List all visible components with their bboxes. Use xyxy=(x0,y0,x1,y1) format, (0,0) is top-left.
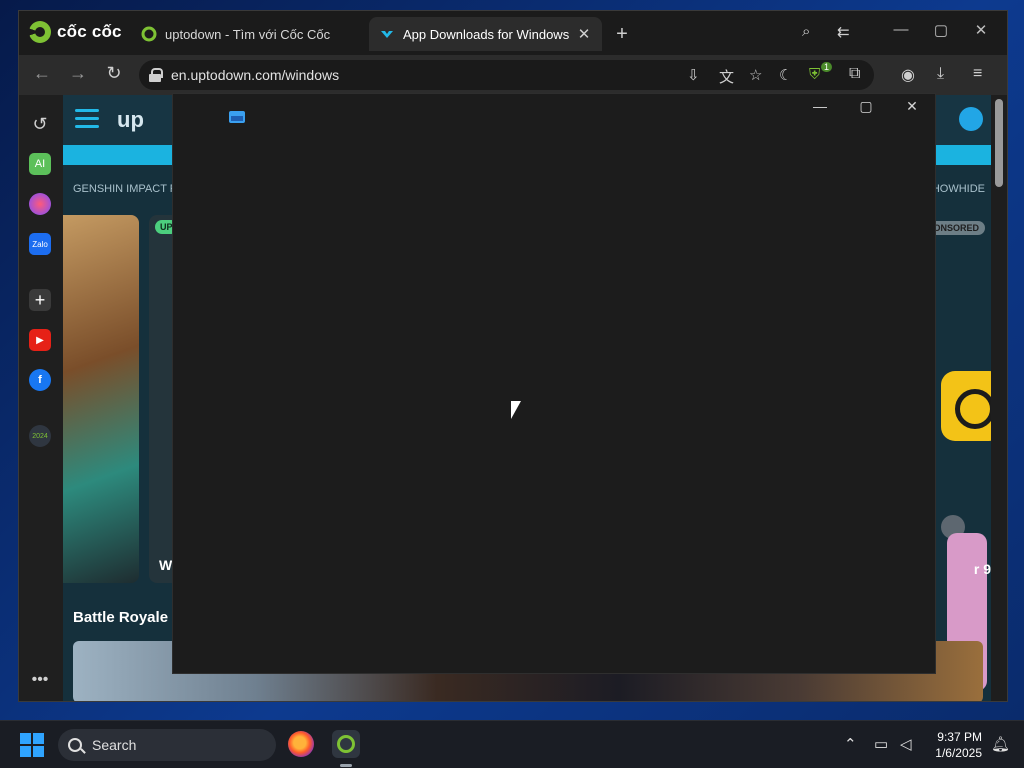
sponsored-pill: ONSORED xyxy=(927,221,985,235)
uptodown-tab-icon xyxy=(381,31,393,38)
tab-sidebar-icon[interactable]: ⇇ xyxy=(837,23,850,41)
app-tile-icon[interactable] xyxy=(941,371,993,441)
profile-icon[interactable]: ◉ xyxy=(901,65,915,85)
search-tabs-icon[interactable]: ⌕ xyxy=(802,23,810,40)
bookmark-star-icon[interactable]: ☆ xyxy=(749,66,762,84)
coccoc-taskbar-icon[interactable] xyxy=(332,730,360,758)
page-scrollbar[interactable] xyxy=(991,95,1007,701)
clock-time: 9:37 PM xyxy=(937,730,982,744)
tab-app-downloads[interactable]: App Downloads for Windows ✕ xyxy=(369,17,602,51)
close-icon[interactable]: ✕ xyxy=(961,21,1001,39)
category-link-right[interactable]: HOWHIDE xyxy=(932,183,985,195)
forward-arrow-icon[interactable]: → xyxy=(67,63,89,84)
coccoc-logo-icon xyxy=(29,21,51,43)
tab-title: uptodown - Tìm với Cốc Cốc xyxy=(165,26,331,42)
url-text: en.uptodown.com/windows xyxy=(171,67,340,83)
tab-close-icon[interactable]: ✕ xyxy=(576,25,592,43)
youtube-icon[interactable]: ▶ xyxy=(29,329,51,351)
scroll-thumb[interactable] xyxy=(995,99,1003,187)
search-label: Search xyxy=(92,737,137,753)
address-bar[interactable]: en.uptodown.com/windows ⇩ 文 ☆ ☾ ⛨ 1 xyxy=(139,60,874,90)
featured-game-card[interactable] xyxy=(63,215,139,583)
browser-logo[interactable]: cốc cốc xyxy=(29,21,122,43)
windows-start-icon[interactable] xyxy=(20,733,44,757)
downloads-icon[interactable]: ⤓ xyxy=(937,65,944,83)
hamburger-menu-icon[interactable] xyxy=(75,109,99,129)
system-clock[interactable]: 9:37 PM 1/6/2025 xyxy=(935,729,982,761)
reload-icon[interactable]: ↻ xyxy=(103,63,125,84)
notifications-bell-icon[interactable]: 🔔︎ xyxy=(991,735,1010,753)
clock-date: 1/6/2025 xyxy=(935,746,982,760)
section-title: Battle Royale xyxy=(73,609,169,626)
new-tab-button[interactable]: + xyxy=(611,23,633,46)
app-window-controls: — ▢ ✕ xyxy=(797,98,935,115)
network-icon[interactable]: ▭ xyxy=(874,735,888,753)
back-arrow-icon[interactable]: ← xyxy=(31,63,53,84)
tab-bar: cốc cốc uptodown - Tìm với Cốc Cốc App D… xyxy=(19,11,1007,55)
close-icon[interactable]: ✕ xyxy=(889,98,935,115)
app-titlebar[interactable]: — ▢ ✕ xyxy=(173,94,935,126)
mouse-cursor-icon xyxy=(511,401,521,419)
facebook-icon[interactable]: f xyxy=(29,369,51,391)
adblock-shield-icon[interactable]: ⛨ xyxy=(809,66,820,83)
browser-brand-text: cốc cốc xyxy=(57,22,122,41)
category-link-left[interactable]: GENSHIN IMPACT FO xyxy=(73,183,185,195)
history-icon[interactable]: ↺ xyxy=(29,113,51,135)
card-title: W xyxy=(159,557,173,573)
coccoc-tab-icon xyxy=(141,26,157,42)
minimize-icon[interactable]: — xyxy=(881,21,921,39)
lock-icon[interactable] xyxy=(149,68,163,82)
translate-icon[interactable]: 文 xyxy=(719,66,734,87)
install-app-icon[interactable]: ⇩ xyxy=(687,66,700,84)
volume-muted-icon[interactable]: ◁ xyxy=(900,735,912,753)
firefox-icon[interactable] xyxy=(288,731,314,757)
user-account-icon[interactable] xyxy=(959,107,983,131)
windows-taskbar: Search ⌃ ▭ ◁ 9:37 PM 1/6/2025 🔔︎ xyxy=(0,720,1024,768)
add-shortcut-icon[interactable]: + xyxy=(29,289,51,311)
maximize-icon[interactable]: ▢ xyxy=(843,98,889,115)
maximize-icon[interactable]: ▢ xyxy=(921,21,961,39)
taskbar-search[interactable]: Search xyxy=(58,729,276,761)
ad-card-text: r 9 xyxy=(973,561,991,577)
browser-toolbar: ← → ↻ en.uptodown.com/windows ⇩ 文 ☆ ☾ ⛨ … xyxy=(19,55,1007,95)
tab-uptodown-search[interactable]: uptodown - Tìm với Cốc Cốc xyxy=(131,17,366,51)
show-hidden-icons-chevron[interactable]: ⌃ xyxy=(844,735,857,753)
dark-mode-moon-icon[interactable]: ☾ xyxy=(779,66,792,84)
coccoc-2024-icon[interactable]: 2024 xyxy=(29,425,51,447)
site-logo-text[interactable]: up xyxy=(117,107,144,133)
more-options-icon[interactable]: ••• xyxy=(29,669,51,691)
app-window-icon xyxy=(229,111,245,123)
adblock-count-badge: 1 xyxy=(821,62,833,72)
messenger-icon[interactable] xyxy=(29,193,51,215)
blank-app-window[interactable]: — ▢ ✕ xyxy=(172,93,936,674)
ai-assistant-icon[interactable]: AI xyxy=(29,153,51,175)
minimize-icon[interactable]: — xyxy=(797,98,843,115)
zalo-icon[interactable]: Zalo xyxy=(29,233,51,255)
tab-title: App Downloads for Windows xyxy=(403,26,570,42)
browser-window-controls: — ▢ ✕ xyxy=(881,21,1001,39)
browser-sidebar-rail: ↺ AI Zalo + ▶ f 2024 ••• xyxy=(19,95,63,701)
menu-icon[interactable]: ≡ xyxy=(973,65,982,83)
active-app-indicator xyxy=(340,764,352,767)
extensions-puzzle-icon[interactable]: ⧉ xyxy=(849,65,860,83)
search-icon xyxy=(68,738,82,752)
